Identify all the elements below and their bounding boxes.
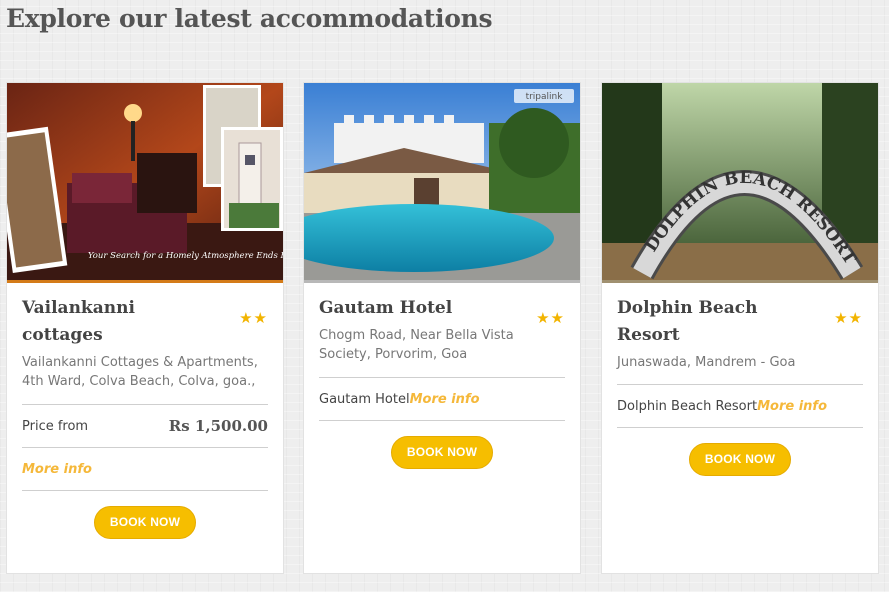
price-row: Price from Rs 1,500.00	[22, 405, 268, 447]
star-rating: ★★	[536, 309, 565, 327]
accommodation-card: Your Search for a Homely Atmosphere Ends…	[6, 82, 284, 574]
accommodation-address: Junaswada, Mandrem - Goa	[617, 355, 796, 370]
accommodation-photo[interactable]: tripalink	[304, 83, 580, 283]
hotel-pool-image: tripalink	[304, 83, 580, 280]
accommodation-photo[interactable]: DOLPHIN BEACH RESORT	[602, 83, 878, 283]
accommodation-address: Chogm Road, Near Bella Vista Society, Po…	[319, 328, 514, 362]
section-title: Explore our latest accommodations	[6, 4, 493, 33]
more-info-link[interactable]: More info	[410, 392, 480, 407]
info-text: Gautam Hotel	[319, 391, 410, 407]
info-text: Dolphin Beach Resort	[617, 398, 758, 414]
accommodation-address: Vailankanni Cottages & Apartments, 4th W…	[22, 355, 258, 389]
more-info-link[interactable]: More info	[757, 399, 827, 414]
accommodation-card: DOLPHIN BEACH RESORT Dolphin Beach Resor…	[601, 82, 879, 574]
accommodation-photo[interactable]: Your Search for a Homely Atmosphere Ends…	[7, 83, 283, 283]
book-now-button[interactable]: BOOK NOW	[689, 443, 791, 476]
resort-sign-image: DOLPHIN BEACH RESORT	[602, 83, 878, 280]
price-label: Price from	[22, 418, 89, 434]
accommodation-name[interactable]: Vailankanni cottages	[22, 295, 212, 349]
star-rating: ★★	[834, 309, 863, 327]
more-info-link[interactable]: More info	[22, 462, 92, 477]
book-now-button[interactable]: BOOK NOW	[391, 436, 493, 469]
accommodation-name[interactable]: Dolphin Beach Resort	[617, 295, 807, 349]
info-row: Dolphin Beach Resort More info	[617, 385, 863, 427]
star-rating: ★★	[239, 309, 268, 327]
accommodation-card: tripalink Gautam Hotel ★★ Chogm Road, Ne…	[303, 82, 581, 574]
book-now-button[interactable]: BOOK NOW	[94, 506, 196, 539]
cottage-room-image: Your Search for a Homely Atmosphere Ends…	[7, 83, 283, 280]
photo-watermark: tripalink	[526, 92, 564, 102]
photo-caption: Your Search for a Homely Atmosphere Ends…	[88, 251, 283, 261]
price-value: Rs 1,500.00	[168, 417, 268, 435]
accommodation-name[interactable]: Gautam Hotel	[319, 295, 509, 322]
info-row: Gautam Hotel More info	[319, 378, 565, 420]
